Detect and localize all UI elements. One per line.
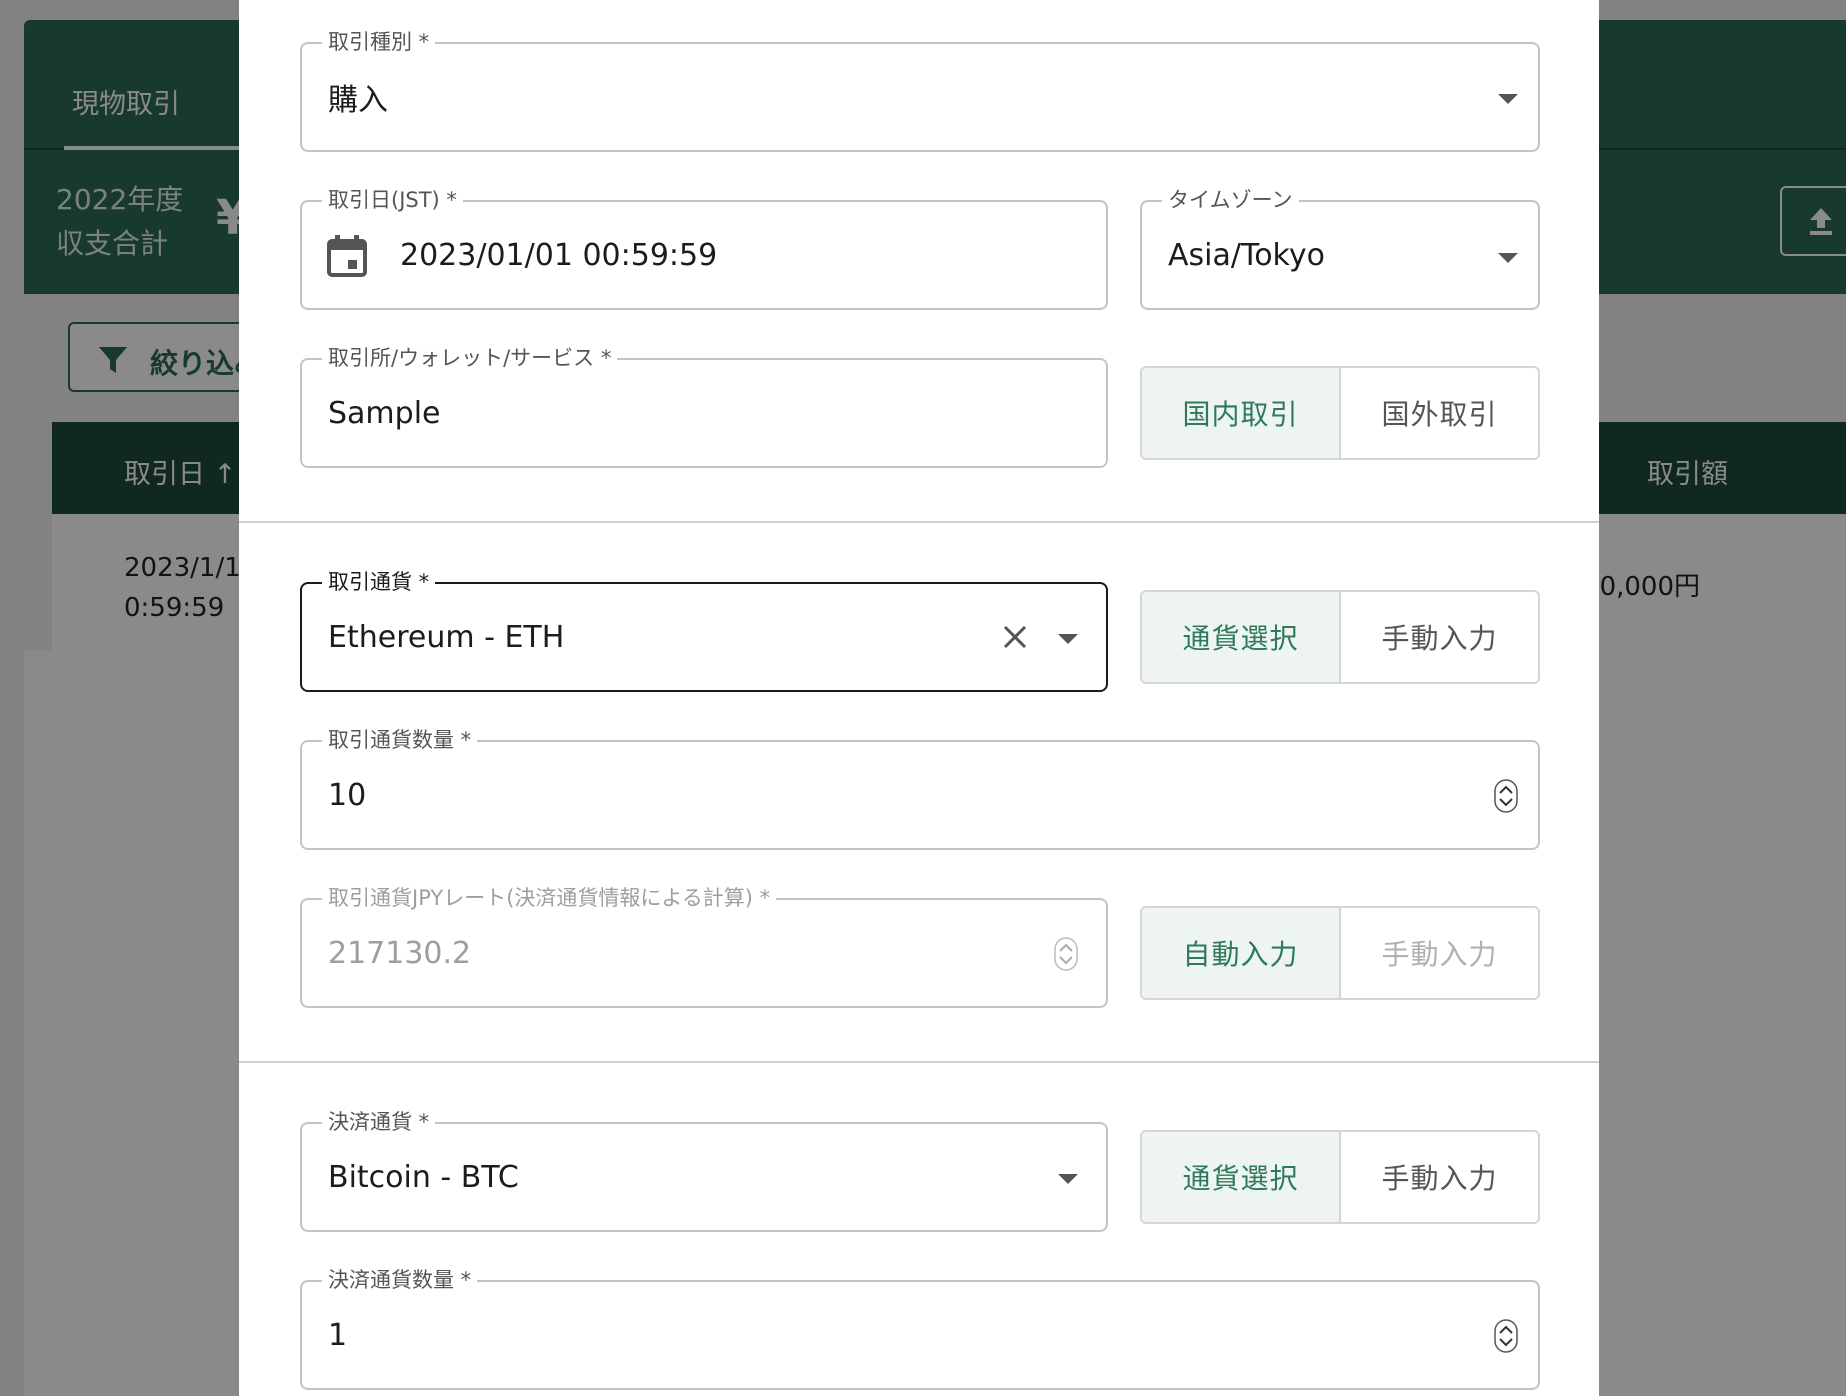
currency-select-option[interactable]: 通貨選択 [1142,1132,1339,1222]
transaction-date-field[interactable]: 取引日(JST) * 2023/01/01 00:59:59 [300,187,1108,310]
jpy-rate-field[interactable]: 取引通貨JPYレート(決済通貨情報による計算) * 217130.2 [300,885,1108,1008]
transaction-currency-value: Ethereum - ETH [328,619,565,655]
number-stepper-icon[interactable] [1494,1319,1518,1353]
transaction-amount-field[interactable]: 取引通貨数量 * 10 [300,727,1540,850]
close-icon[interactable] [1002,624,1028,650]
settlement-currency-select[interactable]: 決済通貨 * Bitcoin - BTC [300,1109,1108,1232]
section-divider [239,521,1599,523]
transaction-currency-select[interactable]: 取引通貨 * Ethereum - ETH [300,569,1108,692]
settlement-amount-value: 1 [328,1317,348,1353]
transaction-date-value: 2023/01/01 00:59:59 [400,237,718,273]
chevron-down-icon[interactable] [1058,1174,1078,1184]
overseas-trade-option[interactable]: 国外取引 [1339,368,1538,458]
transaction-type-value: 購入 [328,83,388,118]
manual-input-option[interactable]: 手動入力 [1339,592,1538,682]
transaction-form-modal: 取引種別 * 購入 取引日(JST) * 2023/01/01 00:59:59… [239,0,1599,1396]
number-stepper-icon[interactable] [1054,937,1078,971]
domestic-trade-option[interactable]: 国内取引 [1142,368,1339,458]
exchange-value: Sample [328,395,441,431]
settlement-amount-field[interactable]: 決済通貨数量 * 1 [300,1267,1540,1390]
currency-select-option[interactable]: 通貨選択 [1142,592,1339,682]
timezone-value: Asia/Tokyo [1168,237,1325,273]
jpy-rate-mode-toggle: 自動入力 手動入力 [1140,906,1540,1000]
chevron-down-icon[interactable] [1498,253,1518,263]
timezone-select[interactable]: タイムゾーン Asia/Tokyo [1140,187,1540,310]
transaction-amount-value: 10 [328,777,367,813]
transaction-currency-mode-toggle: 通貨選択 手動入力 [1140,590,1540,684]
settlement-currency-mode-toggle: 通貨選択 手動入力 [1140,1130,1540,1224]
auto-input-option[interactable]: 自動入力 [1142,908,1339,998]
chevron-down-icon[interactable] [1498,94,1518,104]
jpy-rate-value: 217130.2 [328,935,472,971]
transaction-type-select[interactable]: 取引種別 * 購入 [300,29,1540,152]
number-stepper-icon[interactable] [1494,779,1518,813]
calendar-icon[interactable] [326,234,368,278]
region-toggle: 国内取引 国外取引 [1140,366,1540,460]
exchange-field[interactable]: 取引所/ウォレット/サービス * Sample [300,345,1108,468]
manual-input-option[interactable]: 手動入力 [1339,908,1538,998]
settlement-currency-value: Bitcoin - BTC [328,1159,519,1195]
manual-input-option[interactable]: 手動入力 [1339,1132,1538,1222]
chevron-down-icon[interactable] [1058,634,1078,644]
section-divider [239,1061,1599,1063]
